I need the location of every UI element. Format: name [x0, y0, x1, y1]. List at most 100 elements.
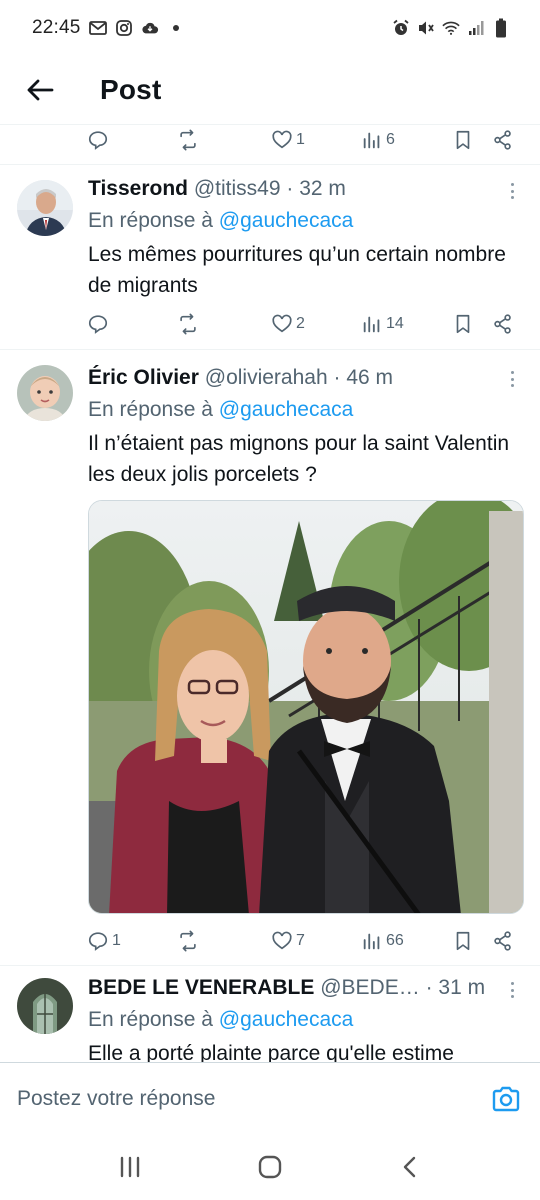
reply-icon	[88, 131, 108, 150]
bookmark-icon	[456, 314, 470, 334]
post-time[interactable]: 32 m	[299, 177, 346, 200]
bookmark-icon	[456, 130, 470, 150]
mention-link[interactable]: @gauchecaca	[219, 398, 354, 421]
post-text: Les mêmes pourritures qu’un certain nomb…	[88, 243, 506, 297]
reply-icon	[88, 932, 108, 951]
action-bar: 2 14	[0, 309, 540, 339]
avatar[interactable]	[17, 365, 73, 421]
views-button[interactable]: 66	[361, 926, 404, 956]
page-title: Post	[100, 74, 162, 105]
bookmark-icon	[456, 931, 470, 951]
views-button[interactable]: 6	[361, 125, 395, 155]
like-button[interactable]: 2	[271, 309, 305, 339]
reply-button[interactable]: 1	[87, 926, 121, 956]
share-button[interactable]	[492, 125, 514, 155]
arrow-left-icon	[27, 79, 54, 101]
reply-post[interactable]: Éric Olivier @olivierahah · 46 m En répo…	[0, 350, 540, 966]
post-time[interactable]: 31 m	[438, 976, 485, 999]
author-name[interactable]: Tisserond	[88, 177, 188, 200]
reply-context: En réponse à @gauchecaca	[88, 1006, 353, 1034]
share-icon	[494, 314, 511, 334]
recents-icon	[120, 1156, 140, 1178]
photo-image	[89, 501, 523, 913]
post-header: Éric Olivier @olivierahah · 46 m	[88, 364, 500, 392]
author-name[interactable]: Éric Olivier	[88, 366, 199, 389]
repost-button[interactable]	[177, 309, 202, 339]
bookmark-button[interactable]	[452, 926, 474, 956]
system-back-button[interactable]	[390, 1147, 430, 1187]
system-nav-bar	[0, 1134, 540, 1200]
reply-input[interactable]: Postez votre réponse	[17, 1087, 215, 1111]
reply-prefix: En réponse à	[88, 1008, 219, 1031]
views-icon	[363, 316, 380, 333]
signal-icon	[467, 19, 485, 37]
mention-link[interactable]: @gauchecaca	[219, 1008, 354, 1031]
more-options-button[interactable]	[506, 181, 518, 201]
reply-post[interactable]: BEDE LE VENERABLE @BEDE… · 31 m En répon…	[0, 966, 540, 1062]
bookmark-button[interactable]	[452, 125, 474, 155]
reply-post[interactable]: Tisserond @titiss49 · 32 m En réponse à …	[0, 165, 540, 350]
like-count: 2	[296, 315, 305, 332]
heart-icon	[272, 931, 292, 950]
share-icon	[494, 130, 511, 150]
like-count: 1	[296, 131, 305, 148]
like-button[interactable]: 7	[271, 926, 305, 956]
reply-composer[interactable]: Postez votre réponse	[0, 1062, 540, 1134]
dot-icon	[167, 19, 185, 37]
avatar[interactable]	[17, 180, 73, 236]
instagram-icon	[115, 19, 133, 37]
repost-icon	[180, 313, 196, 335]
share-button[interactable]	[492, 926, 514, 956]
reply-icon	[88, 315, 108, 334]
heart-icon	[272, 130, 292, 149]
post-text: Elle a porté plainte parce qu'elle estim…	[88, 1042, 454, 1062]
home-button[interactable]	[250, 1147, 290, 1187]
status-left: 22:45	[32, 17, 185, 39]
back-button[interactable]	[20, 70, 60, 110]
author-handle[interactable]: @titiss49	[194, 177, 281, 200]
views-icon	[363, 132, 380, 149]
repost-icon	[180, 129, 196, 151]
author-handle[interactable]: @olivierahah	[205, 366, 328, 389]
action-bar: 1 7 66	[0, 926, 540, 956]
avatar[interactable]	[17, 978, 73, 1034]
share-icon	[494, 931, 511, 951]
camera-button[interactable]	[489, 1082, 523, 1116]
post-time[interactable]: 46 m	[346, 366, 393, 389]
repost-icon	[180, 930, 196, 952]
camera-icon	[492, 1086, 520, 1111]
parent-post-actions: 1 6	[0, 125, 540, 165]
time-separator: ·	[419, 976, 439, 999]
like-button[interactable]: 1	[271, 125, 305, 155]
battery-icon	[492, 18, 510, 38]
reply-button[interactable]	[87, 309, 112, 339]
views-button[interactable]: 14	[361, 309, 404, 339]
post-header: BEDE LE VENERABLE @BEDE… · 31 m	[88, 974, 500, 1002]
recents-button[interactable]	[110, 1147, 150, 1187]
mention-link[interactable]: @gauchecaca	[219, 209, 354, 232]
bookmark-button[interactable]	[452, 309, 474, 339]
action-bar: 1 6	[0, 125, 540, 155]
view-count: 14	[386, 315, 404, 332]
reply-feed[interactable]: 1 6 Tisserond @titiss49 · 32 m En répons…	[0, 124, 540, 1062]
repost-button[interactable]	[177, 926, 202, 956]
reply-prefix: En réponse à	[88, 398, 219, 421]
view-count: 66	[386, 932, 404, 949]
author-name[interactable]: BEDE LE VENERABLE	[88, 976, 314, 999]
author-handle[interactable]: @BEDE…	[320, 976, 420, 999]
share-button[interactable]	[492, 309, 514, 339]
gmail-icon	[88, 19, 107, 37]
time-separator: ·	[280, 177, 300, 200]
more-options-button[interactable]	[506, 369, 518, 389]
status-time: 22:45	[32, 17, 81, 38]
reply-button[interactable]	[87, 125, 112, 155]
status-bar: 22:45	[0, 0, 540, 56]
post-header-bar: Post	[0, 56, 540, 124]
home-icon	[258, 1155, 282, 1179]
alarm-icon	[392, 19, 410, 37]
wifi-icon	[442, 19, 460, 37]
more-options-button[interactable]	[506, 980, 518, 1000]
reply-context: En réponse à @gauchecaca	[88, 396, 353, 424]
repost-button[interactable]	[177, 125, 202, 155]
post-photo[interactable]	[88, 500, 524, 914]
